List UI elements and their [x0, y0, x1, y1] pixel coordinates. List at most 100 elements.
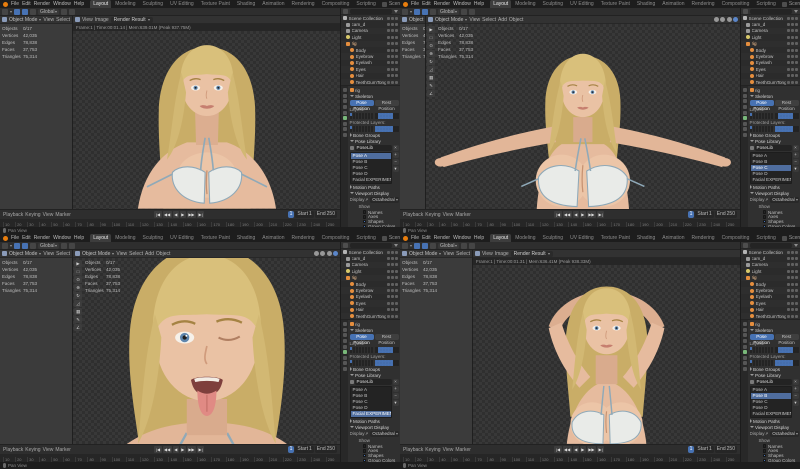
- selectable-icon[interactable]: [391, 257, 394, 260]
- blender-logo-icon[interactable]: [3, 2, 8, 7]
- armature-layer-toggle[interactable]: [796, 116, 799, 119]
- checkbox[interactable]: [363, 215, 367, 219]
- checkbox[interactable]: [363, 210, 367, 214]
- workspace-tab[interactable]: Texture Paint: [598, 0, 633, 8]
- selectable-icon[interactable]: [391, 81, 394, 84]
- workspace-tab[interactable]: Compositing: [319, 0, 353, 8]
- render-camera-icon[interactable]: [795, 17, 798, 20]
- playback-button[interactable]: ◀: [173, 446, 179, 453]
- secondary-3d-viewport[interactable]: Object Mode ViewSelectAddObject Objects …: [400, 16, 426, 209]
- armature-layer-toggle[interactable]: [362, 350, 365, 353]
- proportional-edit-icon[interactable]: [469, 243, 475, 249]
- breadcrumb[interactable]: rig: [355, 322, 360, 327]
- workspace-tab[interactable]: Rendering: [288, 234, 317, 242]
- render-camera-icon[interactable]: [795, 289, 798, 292]
- workspace-tab[interactable]: Compositing: [319, 234, 353, 242]
- timeline-ruler[interactable]: 1020304050607080901001101201301401501601…: [400, 219, 740, 227]
- add-pose-button[interactable]: +: [393, 386, 399, 392]
- pose-library-name[interactable]: PoseLib: [355, 379, 392, 385]
- render-camera-icon[interactable]: [395, 68, 398, 71]
- world-properties-tab-icon[interactable]: [743, 339, 747, 343]
- add-pose-button[interactable]: +: [793, 386, 799, 392]
- selectable-icon[interactable]: [391, 270, 394, 273]
- armature-layer-toggle[interactable]: [396, 363, 399, 366]
- selectable-icon[interactable]: [791, 74, 794, 77]
- snap-magnet-icon[interactable]: [61, 9, 67, 15]
- viewport-display-panel-header[interactable]: Viewport Display: [750, 425, 799, 430]
- transform-orientation-dropdown[interactable]: Global: [38, 243, 59, 249]
- object-properties-tab-icon[interactable]: [743, 345, 747, 349]
- image-editor-icon[interactable]: [75, 17, 80, 22]
- options-icon[interactable]: [22, 243, 28, 249]
- workspace-tab[interactable]: UV Editing: [167, 234, 197, 242]
- object-properties-tab-icon[interactable]: [343, 345, 347, 349]
- armature-layer-toggle[interactable]: [768, 116, 771, 119]
- snap-magnet-icon[interactable]: [61, 243, 67, 249]
- selectable-icon[interactable]: [791, 251, 794, 254]
- motion-paths-panel-header[interactable]: Motion Paths: [350, 185, 399, 190]
- viewport-tool-button[interactable]: ↻: [74, 292, 82, 299]
- hide-viewport-eye-icon[interactable]: [387, 55, 390, 58]
- rest-position-button[interactable]: Rest Position: [775, 100, 799, 107]
- hide-viewport-eye-icon[interactable]: [787, 29, 790, 32]
- render-camera-icon[interactable]: [395, 289, 398, 292]
- render-camera-icon[interactable]: [395, 276, 398, 279]
- render-camera-icon[interactable]: [795, 42, 798, 45]
- filter-icon[interactable]: [794, 244, 798, 247]
- pose-position-button[interactable]: Pose Position: [750, 100, 774, 107]
- playback-button[interactable]: ▶|: [597, 211, 604, 218]
- outliner-editor-icon[interactable]: [743, 243, 748, 248]
- hide-viewport-eye-icon[interactable]: [787, 315, 790, 318]
- workspace-tab[interactable]: Modeling: [112, 234, 138, 242]
- hide-viewport-eye-icon[interactable]: [387, 74, 390, 77]
- timeline-menu-item[interactable]: Keying: [25, 447, 40, 453]
- pose-library-name[interactable]: PoseLib: [355, 145, 392, 151]
- armature-layer-toggle[interactable]: [362, 129, 365, 132]
- remove-pose-button[interactable]: −: [793, 393, 799, 399]
- armature-layer-toggle[interactable]: [359, 129, 362, 132]
- editor-canvas[interactable]: ▶□⊙⊕↻◿▦✎∠ Objects 0/17 Vertices 42,035: [473, 265, 740, 444]
- armature-layer-toggle[interactable]: [796, 363, 799, 366]
- remove-pose-button[interactable]: −: [793, 159, 799, 165]
- selectable-icon[interactable]: [391, 276, 394, 279]
- pose-position-button[interactable]: Pose Position: [350, 100, 374, 107]
- snap-magnet-icon[interactable]: [461, 9, 467, 15]
- app-menu-item[interactable]: Help: [474, 1, 484, 7]
- workspace-tab[interactable]: Texture Paint: [598, 234, 633, 242]
- render-camera-icon[interactable]: [395, 315, 398, 318]
- hide-viewport-eye-icon[interactable]: [387, 17, 390, 20]
- output-properties-tab-icon[interactable]: [743, 328, 747, 332]
- skeleton-panel-header[interactable]: Skeleton: [750, 94, 799, 99]
- pose-library-name[interactable]: PoseLib: [755, 379, 792, 385]
- hide-viewport-eye-icon[interactable]: [387, 251, 390, 254]
- unlink-x-icon[interactable]: ×: [793, 379, 799, 385]
- hide-viewport-eye-icon[interactable]: [787, 283, 790, 286]
- render-camera-icon[interactable]: [395, 74, 398, 77]
- selectable-icon[interactable]: [391, 61, 394, 64]
- workspace-tab[interactable]: Sculpting: [140, 234, 167, 242]
- workspace-tab[interactable]: Modeling: [512, 0, 538, 8]
- hide-viewport-eye-icon[interactable]: [387, 257, 390, 260]
- start-frame-field[interactable]: Start 1: [295, 211, 313, 218]
- options-icon[interactable]: [422, 9, 428, 15]
- armature-layer-toggle[interactable]: [350, 363, 353, 366]
- hide-viewport-eye-icon[interactable]: [787, 289, 790, 292]
- secondary-3d-viewport[interactable]: Object Mode ViewSelectAddObject Objects …: [400, 250, 473, 444]
- armature-layer-toggle[interactable]: [365, 363, 368, 366]
- viewport-tool-button[interactable]: □: [427, 34, 435, 41]
- selectable-icon[interactable]: [791, 49, 794, 52]
- armature-layer-toggle[interactable]: [750, 350, 753, 353]
- hide-viewport-eye-icon[interactable]: [387, 289, 390, 292]
- armature-layer-toggle[interactable]: [365, 129, 368, 132]
- armature-layer-toggle[interactable]: [356, 116, 359, 119]
- playback-button[interactable]: ◀◀: [563, 446, 572, 453]
- workspace-tab[interactable]: Scripting: [753, 0, 778, 8]
- viewport-menu-item[interactable]: View: [116, 251, 127, 257]
- outliner-editor-icon[interactable]: [743, 9, 748, 14]
- bone-groups-panel-header[interactable]: Bone Groups: [350, 133, 399, 138]
- render-camera-icon[interactable]: [795, 283, 798, 286]
- workspace-tab[interactable]: Animation: [659, 234, 687, 242]
- skeleton-panel-header[interactable]: Skeleton: [350, 94, 399, 99]
- viewport-menu-item[interactable]: Select: [482, 17, 496, 23]
- workspace-tab[interactable]: Animation: [259, 0, 287, 8]
